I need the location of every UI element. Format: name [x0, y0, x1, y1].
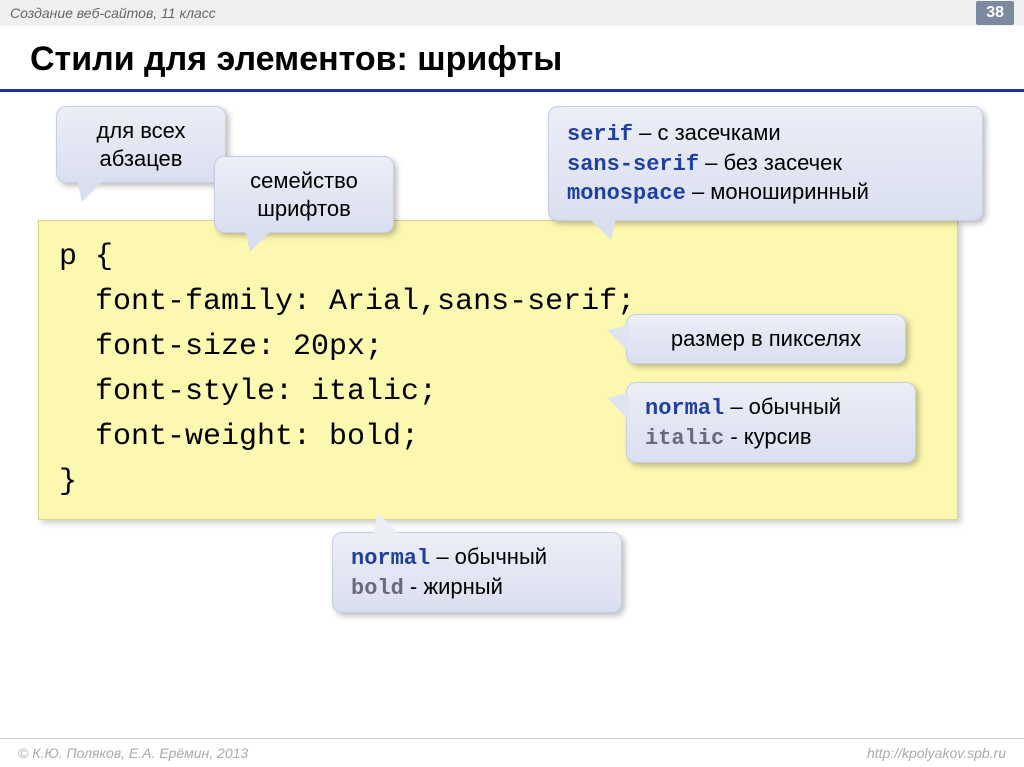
text: – с засечками [633, 120, 781, 145]
callout-font-family: семейство шрифтов [214, 156, 394, 233]
code-line: font-size: 20px; [59, 330, 383, 364]
top-bar: Создание веб-сайтов, 11 класс 38 [0, 0, 1024, 26]
keyword-sans-serif: sans-serif [567, 152, 699, 177]
code-line: font-style: italic; [59, 375, 437, 409]
text: - жирный [404, 574, 503, 599]
callout-all-paragraphs: для всех абзацев [56, 106, 226, 183]
keyword-normal: normal [645, 396, 724, 421]
style-value-line: normal – обычный [645, 393, 897, 423]
breadcrumb: Создание веб-сайтов, 11 класс [10, 5, 216, 21]
text: – обычный [430, 544, 547, 569]
style-value-line: italic - курсив [645, 423, 897, 453]
keyword-serif: serif [567, 122, 633, 147]
generic-family-line: monospace – моноширинный [567, 178, 964, 208]
footer-copyright: © К.Ю. Поляков, Е.А. Ерёмин, 2013 [18, 745, 248, 761]
footer: © К.Ю. Поляков, Е.А. Ерёмин, 2013 http:/… [0, 738, 1024, 767]
footer-url: http://kpolyakov.spb.ru [867, 745, 1006, 761]
callout-style-values: normal – обычный italic - курсив [626, 382, 916, 463]
page-number: 38 [976, 1, 1014, 25]
content-area: p { font-family: Arial,sans-serif; font-… [0, 92, 1024, 752]
keyword-italic: italic [645, 426, 724, 451]
keyword-monospace: monospace [567, 181, 686, 206]
page-title: Стили для элементов: шрифты [0, 26, 1024, 92]
text: – обычный [724, 394, 841, 419]
code-line: font-weight: bold; [59, 420, 419, 454]
weight-value-line: normal – обычный [351, 543, 603, 573]
text: – без засечек [699, 150, 842, 175]
text: - курсив [724, 424, 811, 449]
generic-family-line: sans-serif – без засечек [567, 149, 964, 179]
code-line: p { [59, 240, 113, 274]
code-block: p { font-family: Arial,sans-serif; font-… [38, 220, 958, 520]
callout-text: семейство шрифтов [250, 168, 358, 221]
text: – моноширинный [686, 179, 869, 204]
callout-text: размер в пикселях [671, 326, 861, 351]
code-line: font-family: Arial,sans-serif; [59, 285, 635, 319]
keyword-bold: bold [351, 576, 404, 601]
keyword-normal: normal [351, 546, 430, 571]
callout-size: размер в пикселях [626, 314, 906, 364]
callout-generic-families: serif – с засечками sans-serif – без зас… [548, 106, 983, 221]
callout-text: для всех абзацев [97, 118, 186, 171]
generic-family-line: serif – с засечками [567, 119, 964, 149]
code-line: } [59, 465, 77, 499]
weight-value-line: bold - жирный [351, 573, 603, 603]
callout-weight-values: normal – обычный bold - жирный [332, 532, 622, 613]
